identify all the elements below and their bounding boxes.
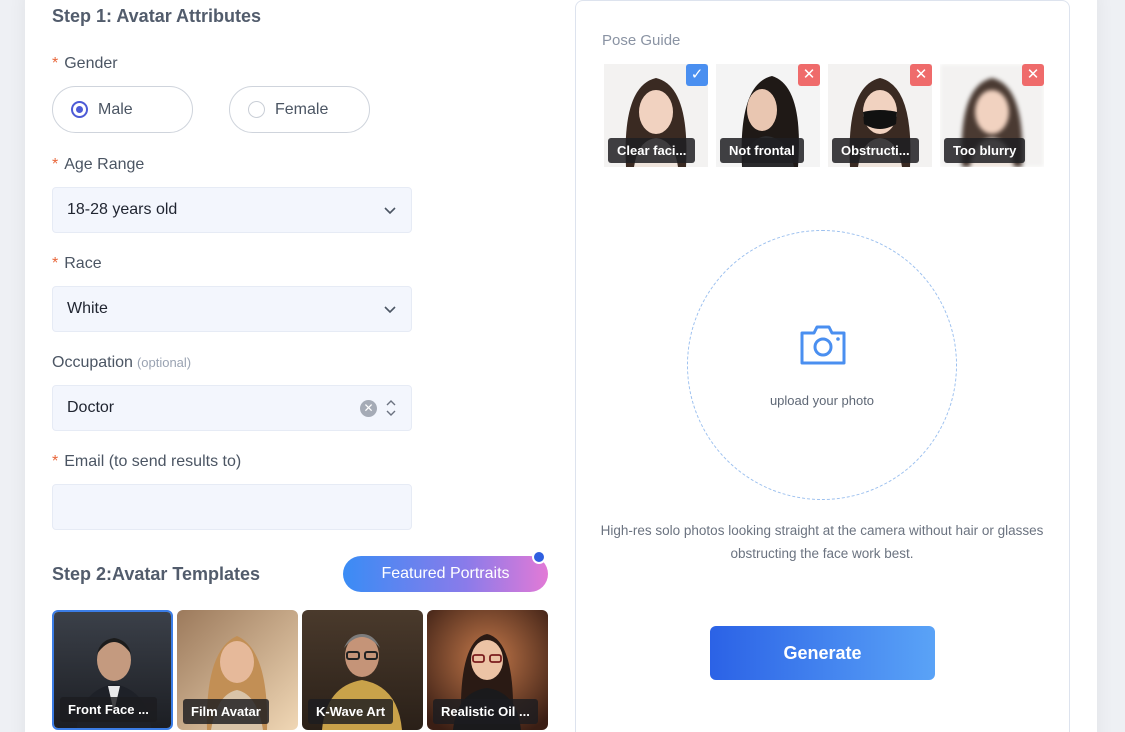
pose-caption: Not frontal [720,138,804,163]
age-label-text: Age Range [64,156,145,173]
check-icon: ✓ [686,64,708,86]
occupation-label-text: Occupation [52,354,133,371]
pose-caption: Obstructi... [832,138,919,163]
x-icon: ✕ [910,64,932,86]
template-label: Realistic Oil ... [433,699,538,724]
race-value: White [67,300,108,317]
gender-option-label: Female [275,100,329,118]
notification-dot [532,550,546,564]
chevron-down-icon [384,306,396,314]
template-label: Front Face ... [60,697,157,722]
featured-portraits-button[interactable]: Featured Portraits [343,556,548,592]
template-label: K-Wave Art [308,699,394,724]
occupation-select[interactable]: Doctor ✕ [52,385,412,431]
race-select[interactable]: White [52,286,412,332]
step1-title: Step 1: Avatar Attributes [52,6,262,26]
x-icon: ✕ [798,64,820,86]
gender-radio-male[interactable]: Male [52,86,193,133]
pose-example-not-frontal: ✕ Not frontal [716,64,820,167]
required-mark: * [52,453,59,470]
gender-label: * Gender [52,55,118,73]
required-mark: * [52,55,59,72]
pose-example-blurry: ✕ Too blurry [940,64,1044,167]
age-value: 18-28 years old [67,201,178,218]
race-label-text: Race [64,255,102,272]
step2-title: Step 2:Avatar Templates [52,564,261,584]
occupation-label: Occupation (optional) [52,354,191,372]
clear-icon[interactable]: ✕ [360,399,377,417]
template-film-avatar[interactable]: Film Avatar [177,610,298,730]
camera-icon [800,325,846,365]
sort-updown-icon [386,400,396,416]
template-k-wave-art[interactable]: K-Wave Art [302,610,423,730]
age-label: * Age Range [52,156,144,174]
upload-dropzone[interactable] [687,230,957,500]
photo-hint: High-res solo photos looking straight at… [600,523,1044,561]
pose-caption: Clear faci... [608,138,696,163]
pose-example-clear: ✓ Clear faci... [604,64,708,167]
occupation-value: Doctor [67,399,115,416]
generate-button[interactable]: Generate [710,626,935,680]
race-label: * Race [52,255,102,273]
template-front-face[interactable]: Front Face ... [52,610,173,730]
email-label: * Email (to send results to) [52,453,241,471]
pose-caption: Too blurry [944,138,1026,163]
template-realistic-oil[interactable]: Realistic Oil ... [427,610,548,730]
email-input[interactable] [52,484,412,530]
gender-label-text: Gender [64,55,118,72]
x-icon: ✕ [1022,64,1044,86]
gender-radio-female[interactable]: Female [229,86,370,133]
gender-option-label: Male [98,100,133,118]
template-label: Film Avatar [183,699,269,724]
radio-unselected-icon [248,101,265,118]
pose-example-obstructed: ✕ Obstructi... [828,64,932,167]
pose-guide-title: Pose Guide [602,32,681,49]
email-label-text: Email (to send results to) [64,453,242,470]
radio-selected-icon [71,101,88,118]
required-mark: * [52,255,59,272]
chevron-down-icon [384,207,396,215]
age-select[interactable]: 18-28 years old [52,187,412,233]
upload-text: upload your photo [769,393,875,408]
optional-tag: (optional) [136,355,192,370]
required-mark: * [52,156,59,173]
